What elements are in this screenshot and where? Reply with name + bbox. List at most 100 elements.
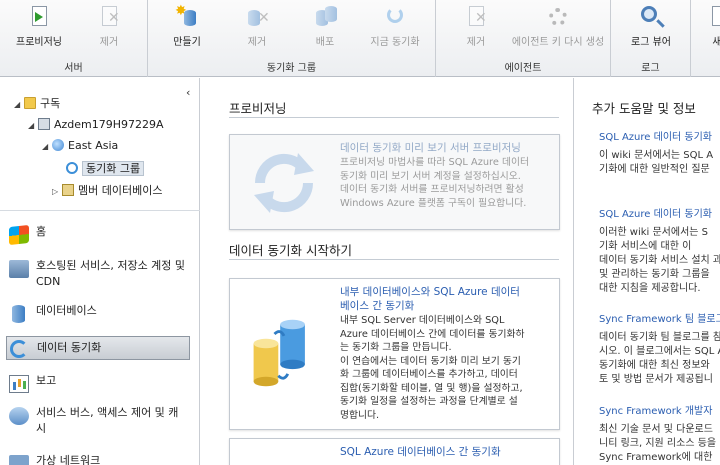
description-line: 명합니다. [340, 409, 380, 421]
help-link[interactable]: Sync Framework 개발자 [599, 405, 720, 419]
help-text: 이 wiki 문서에서는 SQL A [599, 150, 714, 161]
globe-icon [52, 139, 64, 151]
tree-node-region[interactable]: ◢ East Asia [42, 137, 118, 155]
hosted-services-icon [9, 260, 29, 278]
tree-node-sync-group[interactable]: 동기화 그룹 [56, 160, 145, 178]
group-label-server: 서버 [64, 63, 83, 74]
new-button[interactable]: 새 [707, 4, 720, 56]
description-line: 동기화 일정을 설정하는 과정을 단계별로 설 [340, 396, 518, 407]
deploy-button[interactable]: 배포 [300, 4, 350, 56]
description-line: Windows Azure 플랫폼 구독이 필요합니다. [340, 197, 527, 209]
tree-node-subscriptions[interactable]: ◢ 구독 [14, 95, 60, 113]
ribbon-group-sync-group: ✸ 만들기 ✕ 제거 배포 지금 동기화 동기화 그룹 [148, 0, 436, 77]
remove-agent-button[interactable]: ✕ 제거 [456, 4, 496, 56]
sync-now-icon [382, 4, 408, 30]
create-button[interactable]: ✸ 만들기 [160, 3, 214, 56]
help-text: 대한 지침을 제공합니다. [599, 283, 701, 294]
log-viewer-button[interactable]: 로그 뷰어 [625, 4, 677, 56]
tree-label: East Asia [68, 139, 119, 152]
log-viewer-icon [638, 4, 664, 30]
provision-server-card[interactable]: 데이터 동기화 미리 보기 서버 프로비저닝 프로비저닝 마법사를 따라 SQL… [229, 134, 560, 230]
log-viewer-label: 로그 뷰어 [631, 37, 671, 48]
help-link[interactable]: SQL Azure 데이터 동기화 [599, 131, 720, 145]
tree-node-member-database[interactable]: ▷ 멤버 데이터베이스 [52, 182, 162, 200]
windows-icon [9, 224, 29, 246]
help-item: Sync Framework 팀 블로그 데이터 동기화 팀 블로그를 참조하 … [599, 313, 720, 387]
description-line: 집합(동기화할 테이블, 열 및 행)을 설정하고, [340, 382, 523, 394]
nav-item-report[interactable]: 보고 [6, 373, 190, 393]
help-link[interactable]: SQL Azure 데이터 동기화 [599, 208, 720, 222]
ribbon: 프로비저닝 ✕ 제거 서버 ✸ 만들기 ✕ 제거 배포 지금 동기화 동기화 그… [0, 0, 720, 77]
provision-label: 프로비저닝 [16, 37, 62, 48]
description-line: 프로비저닝 마법사를 따라 SQL Azure 데이터 [340, 157, 530, 168]
tree-label: 구독 [40, 97, 61, 110]
help-text: 기화에 대한 일반적인 질문 [599, 164, 710, 175]
nav-item-label: 가상 네트워크 [36, 454, 101, 465]
description-line: 화 그룹에 데이터베이스를 추가하고, 데이터 [340, 369, 518, 380]
description-line: 동기화 미리 보기 서버 계정을 설정하십시오. [340, 170, 521, 182]
provision-button[interactable]: 프로비저닝 [8, 4, 70, 56]
expand-icon[interactable]: ◢ [14, 96, 24, 114]
remove-server-button[interactable]: ✕ 제거 [84, 4, 134, 56]
expand-icon[interactable]: ▷ [52, 183, 62, 201]
help-text: 기화 서비스에 대한 이 [599, 241, 692, 252]
virtual-network-icon [9, 455, 29, 465]
nav-item-label: 데이터 동기화 [37, 341, 102, 354]
tree-node-subscription[interactable]: ◢ Azdem179H97229A [28, 116, 164, 134]
data-sync-icon [10, 340, 28, 358]
onpremise-sync-card-title[interactable]: 내부 데이터베이스와 SQL Azure 데이터 베이스 간 동기화 [340, 285, 550, 313]
help-text: 및 관리하는 동기화 그룹을 [599, 269, 710, 280]
help-item: Sync Framework 개발자 최신 기술 문서 및 다운로드 니티 링크… [599, 405, 720, 465]
regenerate-agent-key-button[interactable]: 에이전트 키 다시 생성 [508, 4, 608, 56]
description-line: Azure 데이터베이스 간에 데이터를 동기화하 [340, 328, 525, 340]
expand-icon[interactable]: ◢ [42, 138, 52, 156]
create-icon: ✸ [174, 3, 200, 30]
member-database-icon [62, 184, 74, 196]
description-line: 데이터 동기화 서버를 프로비저닝하려면 활성 [340, 184, 524, 195]
remove-sync-group-button[interactable]: ✕ 제거 [232, 4, 282, 56]
expand-icon[interactable]: ◢ [28, 117, 38, 135]
help-text: 니티 링크, 지원 리소스 등을 [599, 438, 717, 449]
regenerate-key-icon [545, 4, 571, 30]
main-content: 프로비저닝 데이터 동기화 미리 보기 서버 프로비저닝 프로비저닝 마법사를 … [201, 78, 574, 465]
regenerate-agent-key-label: 에이전트 키 다시 생성 [511, 37, 605, 48]
service-bus-icon [9, 407, 29, 425]
help-text: 최신 기술 문서 및 다운로드 [599, 424, 713, 435]
provision-card-title[interactable]: 데이터 동기화 미리 보기 서버 프로비저닝 [340, 141, 550, 155]
nav-item-hosted-services[interactable]: 호스팅된 서비스, 저장소 계정 및 CDN [6, 258, 190, 292]
heading-divider [229, 259, 559, 260]
nav-item-database[interactable]: 데이터베이스 [6, 303, 190, 323]
help-text: 시오. 이 블로그에서는 SQL A [599, 346, 720, 357]
sync-now-label: 지금 동기화 [370, 37, 420, 48]
deploy-label: 배포 [315, 37, 335, 48]
remove-server-label: 제거 [99, 37, 119, 48]
sync-now-button[interactable]: 지금 동기화 [362, 4, 428, 56]
help-title: 추가 도움말 및 정보 [592, 101, 696, 116]
help-item: SQL Azure 데이터 동기화 이러한 wiki 문서에서는 S 기화 서비… [599, 208, 720, 296]
help-text: 데이터 동기화 팀 블로그를 참조하 [599, 332, 720, 343]
help-text: 이러한 wiki 문서에서는 S [599, 227, 709, 238]
group-label-sync-group: 동기화 그룹 [266, 63, 317, 74]
nav-item-data-sync[interactable]: 데이터 동기화 [6, 336, 190, 360]
azure-sync-card[interactable]: SQL Azure 데이터베이스 간 동기화 [229, 438, 560, 465]
remove-icon: ✕ [244, 4, 270, 30]
azure-sync-card-title[interactable]: SQL Azure 데이터베이스 간 동기화 [340, 445, 550, 459]
help-pane: 추가 도움말 및 정보 SQL Azure 데이터 동기화 이 wiki 문서에… [575, 78, 720, 465]
collapse-pane-icon[interactable]: ‹ [186, 86, 190, 99]
help-link[interactable]: Sync Framework 팀 블로그 [599, 313, 720, 327]
nav-item-service-bus[interactable]: 서비스 버스, 액세스 제어 및 캐시 [6, 405, 190, 439]
help-text: 토 및 방법 문서가 제공됩니 [599, 374, 713, 385]
database-icon [12, 305, 25, 323]
onpremise-sync-card[interactable]: 내부 데이터베이스와 SQL Azure 데이터 베이스 간 동기화 내부 SQ… [229, 278, 560, 430]
nav-item-label: 보고 [36, 374, 57, 387]
ribbon-group-log: 로그 뷰어 로그 [611, 0, 691, 77]
title-line: 내부 데이터베이스와 SQL Azure 데이터 [340, 286, 520, 298]
folder-icon [24, 97, 36, 109]
help-text: 데이터 동기화 서비스 설치 과정과 [599, 255, 720, 266]
nav-item-home[interactable]: 홈 [6, 224, 190, 246]
nav-item-label: 서비스 버스, 액세스 제어 및 캐시 [36, 406, 179, 435]
remove-icon: ✕ [463, 4, 489, 30]
nav-item-virtual-network[interactable]: 가상 네트워크 [6, 453, 190, 465]
help-item: SQL Azure 데이터 동기화 이 wiki 문서에서는 SQL A 기화에… [599, 131, 720, 177]
provision-icon [26, 4, 52, 30]
